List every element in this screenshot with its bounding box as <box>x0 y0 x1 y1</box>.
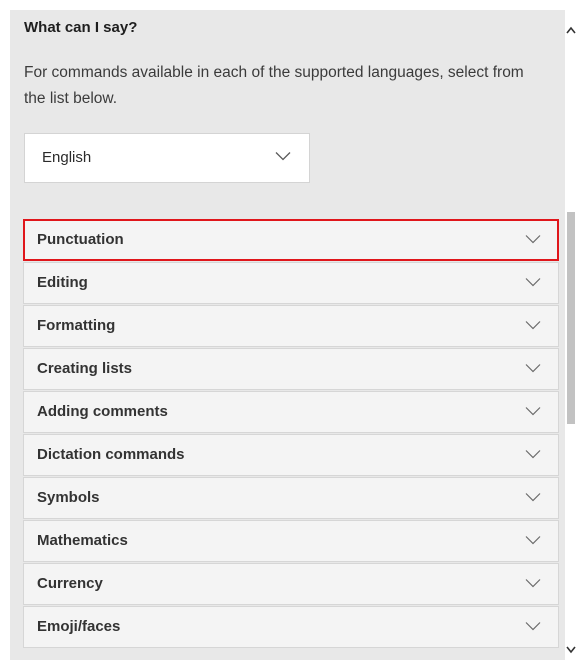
accordion-item-adding-comments[interactable]: Adding comments <box>23 391 559 433</box>
chevron-down-icon <box>525 622 541 631</box>
chevron-down-icon <box>525 407 541 416</box>
chevron-down-icon <box>525 235 541 244</box>
scrollbar-thumb[interactable] <box>567 212 575 424</box>
accordion-item-label: Currency <box>37 575 103 592</box>
accordion-item-creating-lists[interactable]: Creating lists <box>23 348 559 390</box>
accordion-item-dictation-commands[interactable]: Dictation commands <box>23 434 559 476</box>
accordion-item-mathematics[interactable]: Mathematics <box>23 520 559 562</box>
accordion-item-label: Creating lists <box>37 360 133 377</box>
accordion-item-currency[interactable]: Currency <box>23 563 559 605</box>
accordion-item-label: Adding comments <box>37 403 168 420</box>
accordion-item-label: Formatting <box>37 317 116 334</box>
chevron-down-icon <box>525 364 541 373</box>
accordion-item-label: Punctuation <box>37 231 124 248</box>
chevron-down-icon <box>525 450 541 459</box>
accordion-item-label: Symbols <box>37 489 100 506</box>
chevron-down-icon <box>525 278 541 287</box>
accordion-item-label: Mathematics <box>37 532 128 549</box>
commands-accordion: Punctuation Editing Formatting Creating … <box>23 219 559 649</box>
scroll-down-arrow-icon[interactable] <box>566 646 576 654</box>
language-dropdown[interactable]: English <box>24 133 310 183</box>
accordion-item-label: Editing <box>37 274 88 291</box>
accordion-item-symbols[interactable]: Symbols <box>23 477 559 519</box>
what-can-i-say-panel: What can I say? For commands available i… <box>10 10 565 660</box>
accordion-item-editing[interactable]: Editing <box>23 262 559 304</box>
panel-title: What can I say? <box>24 19 138 36</box>
scroll-up-arrow-icon[interactable] <box>566 26 576 34</box>
chevron-down-icon <box>525 579 541 588</box>
chevron-down-icon <box>525 321 541 330</box>
accordion-item-formatting[interactable]: Formatting <box>23 305 559 347</box>
accordion-item-label: Emoji/faces <box>37 618 121 635</box>
chevron-down-icon <box>275 152 291 161</box>
language-dropdown-value: English <box>42 149 92 166</box>
accordion-item-emoji-faces[interactable]: Emoji/faces <box>23 606 559 648</box>
chevron-down-icon <box>525 493 541 502</box>
page: What can I say? For commands available i… <box>0 0 576 660</box>
panel-description: For commands available in each of the su… <box>24 64 524 107</box>
accordion-item-punctuation[interactable]: Punctuation <box>23 219 559 261</box>
chevron-down-icon <box>525 536 541 545</box>
accordion-item-label: Dictation commands <box>37 446 185 463</box>
